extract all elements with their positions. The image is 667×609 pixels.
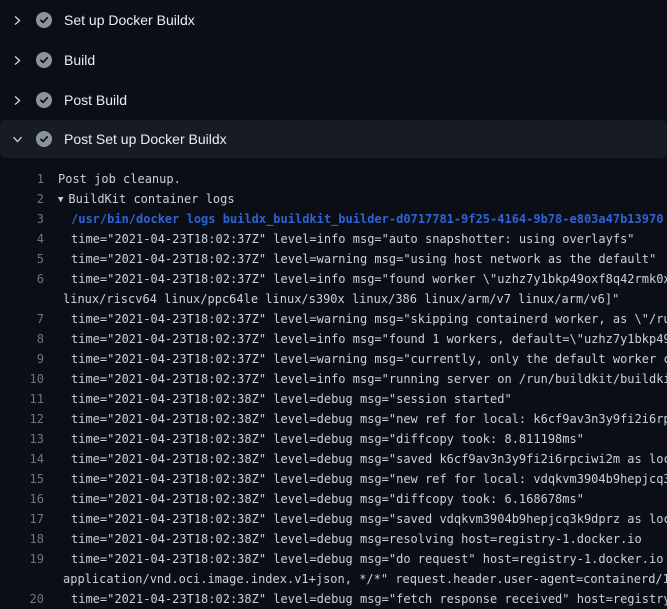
step-row-build[interactable]: Build — [0, 40, 667, 80]
check-circle-icon — [36, 92, 52, 108]
line-number[interactable]: 20 — [0, 589, 44, 609]
log-row: 8 time="2021-04-23T18:02:37Z" level=info … — [0, 329, 667, 349]
line-number[interactable]: 14 — [0, 449, 44, 469]
step-row-set-up-docker-buildx[interactable]: Set up Docker Buildx — [0, 0, 667, 40]
check-circle-icon — [36, 52, 52, 68]
log-text: time="2021-04-23T18:02:37Z" level=info m… — [58, 329, 667, 349]
log-row: 5 time="2021-04-23T18:02:37Z" level=warni… — [0, 249, 667, 269]
log-text: time="2021-04-23T18:02:38Z" level=debug … — [58, 589, 667, 609]
log-row: application/vnd.oci.image.index.v1+json,… — [0, 569, 667, 589]
check-circle-icon — [36, 131, 52, 147]
line-number[interactable]: 1 — [0, 169, 44, 189]
log-row: 10 time="2021-04-23T18:02:37Z" level=info… — [0, 369, 667, 389]
chevron-down-icon[interactable] — [10, 132, 24, 146]
log-text: application/vnd.oci.image.index.v1+json,… — [58, 569, 667, 589]
log-text: time="2021-04-23T18:02:37Z" level=warnin… — [58, 249, 656, 269]
line-number[interactable]: 5 — [0, 249, 44, 269]
command-text: /usr/bin/docker logs buildx_buildkit_bui… — [58, 209, 663, 229]
line-number[interactable]: 8 — [0, 329, 44, 349]
step-name: Post Build — [64, 93, 127, 107]
log-text: time="2021-04-23T18:02:37Z" level=warnin… — [58, 309, 667, 329]
step-name: Set up Docker Buildx — [64, 13, 195, 27]
log-row: 17 time="2021-04-23T18:02:38Z" level=debu… — [0, 509, 667, 529]
log-row: linux/riscv64 linux/ppc64le linux/s390x … — [0, 289, 667, 309]
log-text: Post job cleanup. — [58, 169, 181, 189]
line-number[interactable]: 3 — [0, 209, 44, 229]
step-row-post-build[interactable]: Post Build — [0, 80, 667, 120]
line-number[interactable]: 16 — [0, 489, 44, 509]
log-text: time="2021-04-23T18:02:38Z" level=debug … — [58, 529, 642, 549]
log-text: ▼ BuildKit container logs — [58, 189, 235, 209]
line-number — [0, 289, 44, 309]
log-text: time="2021-04-23T18:02:37Z" level=warnin… — [58, 349, 667, 369]
chevron-right-icon[interactable] — [10, 53, 24, 67]
line-number[interactable]: 9 — [0, 349, 44, 369]
line-number[interactable]: 18 — [0, 529, 44, 549]
log-text: time="2021-04-23T18:02:38Z" level=debug … — [58, 489, 584, 509]
line-number[interactable]: 6 — [0, 269, 44, 289]
line-number[interactable]: 10 — [0, 369, 44, 389]
line-number[interactable]: 2 — [0, 189, 44, 209]
line-number[interactable]: 12 — [0, 409, 44, 429]
chevron-right-icon[interactable] — [10, 13, 24, 27]
step-name: Post Set up Docker Buildx — [64, 132, 227, 146]
log-row: 7 time="2021-04-23T18:02:37Z" level=warni… — [0, 309, 667, 329]
log-row: 6 time="2021-04-23T18:02:37Z" level=info … — [0, 269, 667, 289]
log-text: time="2021-04-23T18:02:37Z" level=info m… — [58, 229, 635, 249]
steps-list: Set up Docker Buildx Build Post Build Post … — [0, 0, 667, 158]
log-row: 1 Post job cleanup. — [0, 169, 667, 189]
log-text: linux/riscv64 linux/ppc64le linux/s390x … — [58, 289, 619, 309]
line-number[interactable]: 19 — [0, 549, 44, 569]
group-title[interactable]: BuildKit container logs — [68, 192, 234, 206]
step-row-post-set-up-docker-buildx[interactable]: Post Set up Docker Buildx — [0, 120, 667, 158]
group-collapse-icon[interactable]: ▼ — [58, 190, 63, 209]
log-text: time="2021-04-23T18:02:38Z" level=debug … — [58, 429, 584, 449]
log-text: time="2021-04-23T18:02:38Z" level=debug … — [58, 469, 667, 489]
log-text: time="2021-04-23T18:02:37Z" level=info m… — [58, 369, 667, 389]
log-row: 4 time="2021-04-23T18:02:37Z" level=info … — [0, 229, 667, 249]
log-row: 11 time="2021-04-23T18:02:38Z" level=debu… — [0, 389, 667, 409]
line-number[interactable]: 4 — [0, 229, 44, 249]
log-row: 13 time="2021-04-23T18:02:38Z" level=debu… — [0, 429, 667, 449]
log-text: time="2021-04-23T18:02:38Z" level=debug … — [58, 409, 667, 429]
log-text: time="2021-04-23T18:02:38Z" level=debug … — [58, 549, 667, 569]
log-text: time="2021-04-23T18:02:37Z" level=info m… — [58, 269, 667, 289]
log-row: 18 time="2021-04-23T18:02:38Z" level=debu… — [0, 529, 667, 549]
line-number[interactable]: 15 — [0, 469, 44, 489]
log-text: time="2021-04-23T18:02:38Z" level=debug … — [58, 509, 667, 529]
log-row: 16 time="2021-04-23T18:02:38Z" level=debu… — [0, 489, 667, 509]
log-scroll-area[interactable]: 1 Post job cleanup. 2 ▼ BuildKit container l… — [0, 158, 667, 609]
line-number[interactable]: 17 — [0, 509, 44, 529]
log-row: 2 ▼ BuildKit container logs — [0, 189, 667, 209]
log-text: time="2021-04-23T18:02:38Z" level=debug … — [58, 449, 667, 469]
log-row: 12 time="2021-04-23T18:02:38Z" level=debu… — [0, 409, 667, 429]
line-number — [0, 569, 44, 589]
check-circle-icon — [36, 12, 52, 28]
log-text: time="2021-04-23T18:02:38Z" level=debug … — [58, 389, 512, 409]
log-row: 15 time="2021-04-23T18:02:38Z" level=debu… — [0, 469, 667, 489]
line-number[interactable]: 13 — [0, 429, 44, 449]
line-number[interactable]: 7 — [0, 309, 44, 329]
log-row: 3/usr/bin/docker logs buildx_buildkit_bu… — [0, 209, 667, 229]
log-row: 9 time="2021-04-23T18:02:37Z" level=warni… — [0, 349, 667, 369]
log-row: 14 time="2021-04-23T18:02:38Z" level=debu… — [0, 449, 667, 469]
step-name: Build — [64, 53, 95, 67]
log-row: 20 time="2021-04-23T18:02:38Z" level=debu… — [0, 589, 667, 609]
line-number[interactable]: 11 — [0, 389, 44, 409]
log-row: 19 time="2021-04-23T18:02:38Z" level=debu… — [0, 549, 667, 569]
chevron-right-icon[interactable] — [10, 93, 24, 107]
